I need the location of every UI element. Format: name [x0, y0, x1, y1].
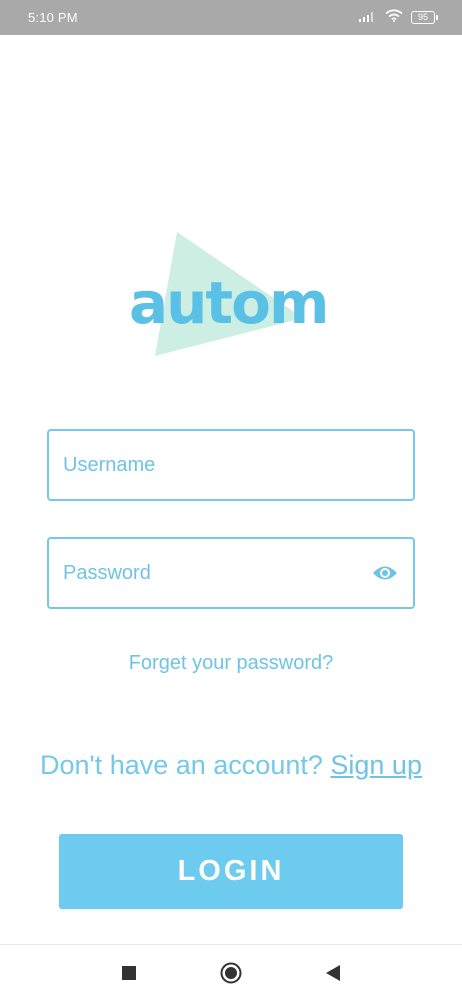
password-field[interactable] [47, 537, 415, 609]
signal-icon [359, 9, 377, 27]
status-icons: 95 [359, 8, 438, 27]
password-input[interactable] [63, 561, 371, 585]
signup-row: Don't have an account? Sign up [0, 750, 462, 781]
username-field[interactable] [47, 429, 415, 501]
navigation-bar [0, 945, 462, 1000]
recents-square-icon[interactable] [114, 958, 144, 988]
battery-icon: 95 [411, 11, 438, 24]
wifi-icon [385, 8, 403, 27]
signup-link[interactable]: Sign up [330, 750, 422, 780]
forgot-password-link[interactable]: Forget your password? [0, 652, 462, 675]
autom-logo: autom [125, 228, 335, 358]
battery-tip [436, 15, 438, 20]
username-input[interactable] [63, 453, 399, 477]
logo-text: autom [129, 269, 329, 337]
home-circle-icon[interactable] [216, 958, 246, 988]
show-password-eye-icon[interactable] [371, 559, 399, 587]
back-triangle-icon[interactable] [318, 958, 348, 988]
status-time: 5:10 PM [28, 10, 78, 25]
status-bar: 5:10 PM 95 [0, 0, 462, 35]
login-screen: 5:10 PM 95 autom Username Forget your pa… [0, 0, 462, 1000]
signup-prompt: Don't have an account? [40, 750, 323, 780]
battery-level: 95 [411, 11, 435, 24]
login-button[interactable]: LOGIN [59, 834, 403, 909]
